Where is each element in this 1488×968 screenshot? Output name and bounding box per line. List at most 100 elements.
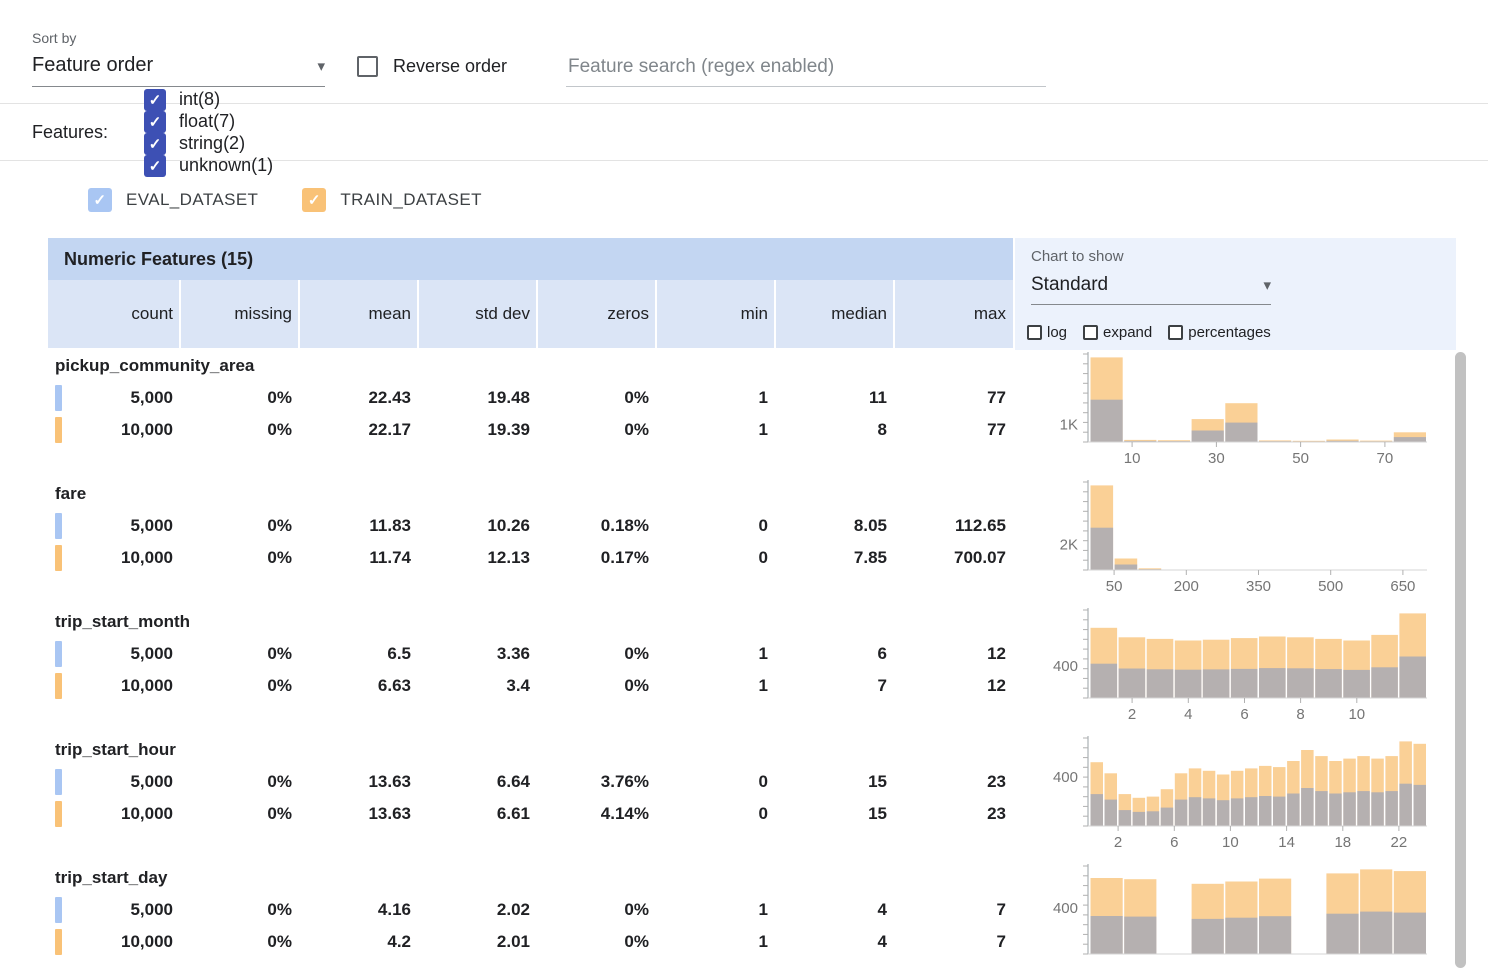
svg-text:1K: 1K xyxy=(1060,416,1078,433)
stat-zeros: 0% xyxy=(536,670,655,702)
vertical-scrollbar[interactable] xyxy=(1455,352,1466,968)
stat-missing: 0% xyxy=(179,670,298,702)
stat-min: 0 xyxy=(655,510,774,542)
feature-histogram[interactable]: 1K10305070 xyxy=(1015,348,1456,478)
checkbox-checked-icon[interactable]: ✓ xyxy=(144,89,166,111)
checkbox-checked-icon[interactable]: ✓ xyxy=(144,133,166,155)
feature-histogram[interactable]: 400 xyxy=(1015,860,1456,968)
features-label: Features: xyxy=(32,122,108,143)
dataset-toggle-train_dataset[interactable]: ✓ TRAIN_DATASET xyxy=(302,188,482,212)
toggle-expand[interactable]: expand xyxy=(1083,324,1152,341)
stat-mean: 22.17 xyxy=(298,414,417,446)
feature-name: fare xyxy=(48,478,1015,510)
svg-text:14: 14 xyxy=(1278,834,1295,851)
feature-search-input[interactable] xyxy=(566,50,1046,87)
train-color-swatch xyxy=(55,417,62,443)
filter-float[interactable]: ✓ float(7) xyxy=(144,111,273,133)
feature-stats-table: trip_start_day 5,0000%4.162.020%147 10,0… xyxy=(48,862,1015,968)
stat-min: 1 xyxy=(655,926,774,958)
sort-order-dropdown[interactable]: Feature order ▾ xyxy=(32,54,325,87)
train-color-swatch xyxy=(55,545,62,571)
svg-text:4: 4 xyxy=(1184,706,1192,723)
train-color-swatch xyxy=(55,801,62,827)
checkbox-checked-icon[interactable]: ✓ xyxy=(144,111,166,133)
svg-text:2K: 2K xyxy=(1060,536,1078,553)
stat-median: 4 xyxy=(774,894,893,926)
table-title: Numeric Features (15) xyxy=(48,238,1013,280)
toggle-label: expand xyxy=(1103,324,1152,341)
stat-count: 10,000 xyxy=(48,670,179,702)
stat-zeros: 0% xyxy=(536,382,655,414)
stat-min: 0 xyxy=(655,542,774,574)
svg-text:2: 2 xyxy=(1114,834,1122,851)
stat-count: 5,000 xyxy=(48,638,179,670)
checkbox-checked-icon[interactable]: ✓ xyxy=(88,188,112,212)
feature-histogram[interactable]: 400246810 xyxy=(1015,604,1456,734)
feature-histogram[interactable]: 4002610141822 xyxy=(1015,732,1456,862)
checkbox-unchecked-icon[interactable] xyxy=(1083,325,1098,340)
chart-type-dropdown[interactable]: Standard ▾ xyxy=(1031,274,1271,305)
stat-min: 1 xyxy=(655,382,774,414)
svg-text:400: 400 xyxy=(1053,769,1078,786)
stat-std_dev: 10.26 xyxy=(417,510,536,542)
column-header-missing: missing xyxy=(179,280,298,348)
column-header-count: count xyxy=(48,280,179,348)
eval-color-swatch xyxy=(55,641,62,667)
stat-mean: 4.2 xyxy=(298,926,417,958)
stat-mean: 4.16 xyxy=(298,894,417,926)
toggle-percentages[interactable]: percentages xyxy=(1168,324,1271,341)
stat-median: 8 xyxy=(774,414,893,446)
stat-count: 5,000 xyxy=(48,382,179,414)
checkbox-unchecked-icon[interactable] xyxy=(1027,325,1042,340)
filter-int[interactable]: ✓ int(8) xyxy=(144,89,273,111)
stats-row-eval: 5,0000%13.636.643.76%01523 xyxy=(48,766,1015,798)
checkbox-checked-icon[interactable]: ✓ xyxy=(302,188,326,212)
svg-text:200: 200 xyxy=(1174,578,1199,595)
svg-text:350: 350 xyxy=(1246,578,1271,595)
reverse-order-checkbox[interactable]: Reverse order xyxy=(357,56,507,77)
stat-missing: 0% xyxy=(179,926,298,958)
stat-std_dev: 2.01 xyxy=(417,926,536,958)
feature-stats-table: trip_start_month 5,0000%6.53.360%1612 10… xyxy=(48,606,1015,734)
stat-mean: 6.63 xyxy=(298,670,417,702)
feature-block: trip_start_day 5,0000%4.162.020%147 10,0… xyxy=(48,862,1456,968)
svg-text:10: 10 xyxy=(1348,706,1365,723)
feature-block: trip_start_month 5,0000%6.53.360%1612 10… xyxy=(48,606,1456,734)
eval-color-swatch xyxy=(55,897,62,923)
column-header-median: median xyxy=(774,280,893,348)
stat-missing: 0% xyxy=(179,510,298,542)
svg-text:50: 50 xyxy=(1106,578,1123,595)
checkbox-unchecked-icon[interactable] xyxy=(357,56,378,77)
stats-row-train: 10,0000%4.22.010%147 xyxy=(48,926,1015,958)
dropdown-arrow-icon: ▾ xyxy=(317,57,325,77)
stat-std_dev: 19.48 xyxy=(417,382,536,414)
filter-string[interactable]: ✓ string(2) xyxy=(144,133,273,155)
stats-row-eval: 5,0000%11.8310.260.18%08.05112.65 xyxy=(48,510,1015,542)
histogram-svg: 1K10305070 xyxy=(1015,348,1445,468)
dataset-label: EVAL_DATASET xyxy=(126,190,258,210)
histogram-svg: 400246810 xyxy=(1015,604,1445,724)
dataset-toggle-eval_dataset[interactable]: ✓ EVAL_DATASET xyxy=(88,188,258,212)
stat-count: 10,000 xyxy=(48,542,179,574)
stat-mean: 11.83 xyxy=(298,510,417,542)
feature-name: pickup_community_area xyxy=(48,350,1015,382)
feature-histogram[interactable]: 2K50200350500650 xyxy=(1015,476,1456,606)
stats-row-eval: 5,0000%4.162.020%147 xyxy=(48,894,1015,926)
feature-block: trip_start_hour 5,0000%13.636.643.76%015… xyxy=(48,734,1456,862)
stat-missing: 0% xyxy=(179,766,298,798)
stat-count: 5,000 xyxy=(48,766,179,798)
filter-label: string(2) xyxy=(179,133,245,154)
feature-stats-table: fare 5,0000%11.8310.260.18%08.05112.65 1… xyxy=(48,478,1015,606)
sort-by-label: Sort by xyxy=(32,30,76,46)
stat-min: 1 xyxy=(655,894,774,926)
stat-count: 10,000 xyxy=(48,798,179,830)
stats-row-eval: 5,0000%22.4319.480%11177 xyxy=(48,382,1015,414)
toggle-log[interactable]: log xyxy=(1027,324,1067,341)
stat-median: 6 xyxy=(774,638,893,670)
stat-count: 10,000 xyxy=(48,926,179,958)
stat-zeros: 0% xyxy=(536,926,655,958)
stat-max: 23 xyxy=(893,798,1012,830)
svg-text:10: 10 xyxy=(1124,450,1141,467)
checkbox-unchecked-icon[interactable] xyxy=(1168,325,1183,340)
stat-std_dev: 2.02 xyxy=(417,894,536,926)
